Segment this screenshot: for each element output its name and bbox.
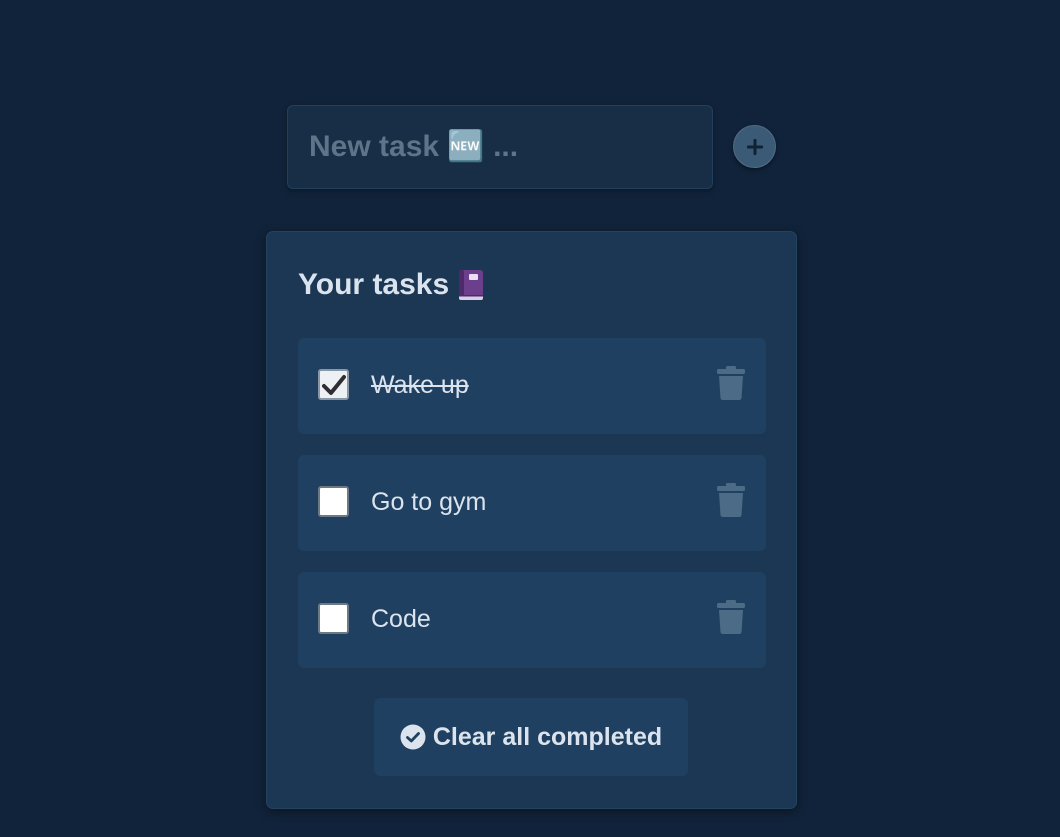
plus-icon (746, 138, 763, 155)
task-row: Code (298, 572, 766, 668)
add-task-button[interactable] (733, 125, 776, 168)
clear-completed-button[interactable]: Clear all completed (374, 698, 688, 776)
new-task-input[interactable] (309, 106, 712, 188)
new-task-field[interactable] (287, 105, 713, 189)
task-checkbox[interactable] (318, 486, 349, 517)
notebook-icon (457, 269, 485, 301)
delete-task-button[interactable] (715, 600, 747, 636)
tasks-panel: Your tasks Wake up Go to gym Code Clear … (266, 231, 797, 809)
check-circle-icon (400, 724, 426, 750)
task-checkbox[interactable] (318, 603, 349, 634)
task-row: Wake up (298, 338, 766, 434)
task-label: Go to gym (371, 488, 487, 516)
trash-icon (717, 483, 745, 517)
trash-icon (717, 366, 745, 400)
panel-title: Your tasks (298, 268, 485, 302)
task-row: Go to gym (298, 455, 766, 551)
panel-title-text: Your tasks (298, 268, 450, 301)
clear-completed-label: Clear all completed (432, 722, 663, 751)
delete-task-button[interactable] (715, 366, 747, 402)
task-checkbox[interactable] (318, 369, 349, 400)
delete-task-button[interactable] (715, 483, 747, 519)
task-label: Code (371, 605, 431, 633)
checkmark-icon (321, 374, 346, 395)
app-stage: Your tasks Wake up (0, 0, 1060, 837)
task-label: Wake up (371, 371, 469, 399)
trash-icon (717, 600, 745, 634)
